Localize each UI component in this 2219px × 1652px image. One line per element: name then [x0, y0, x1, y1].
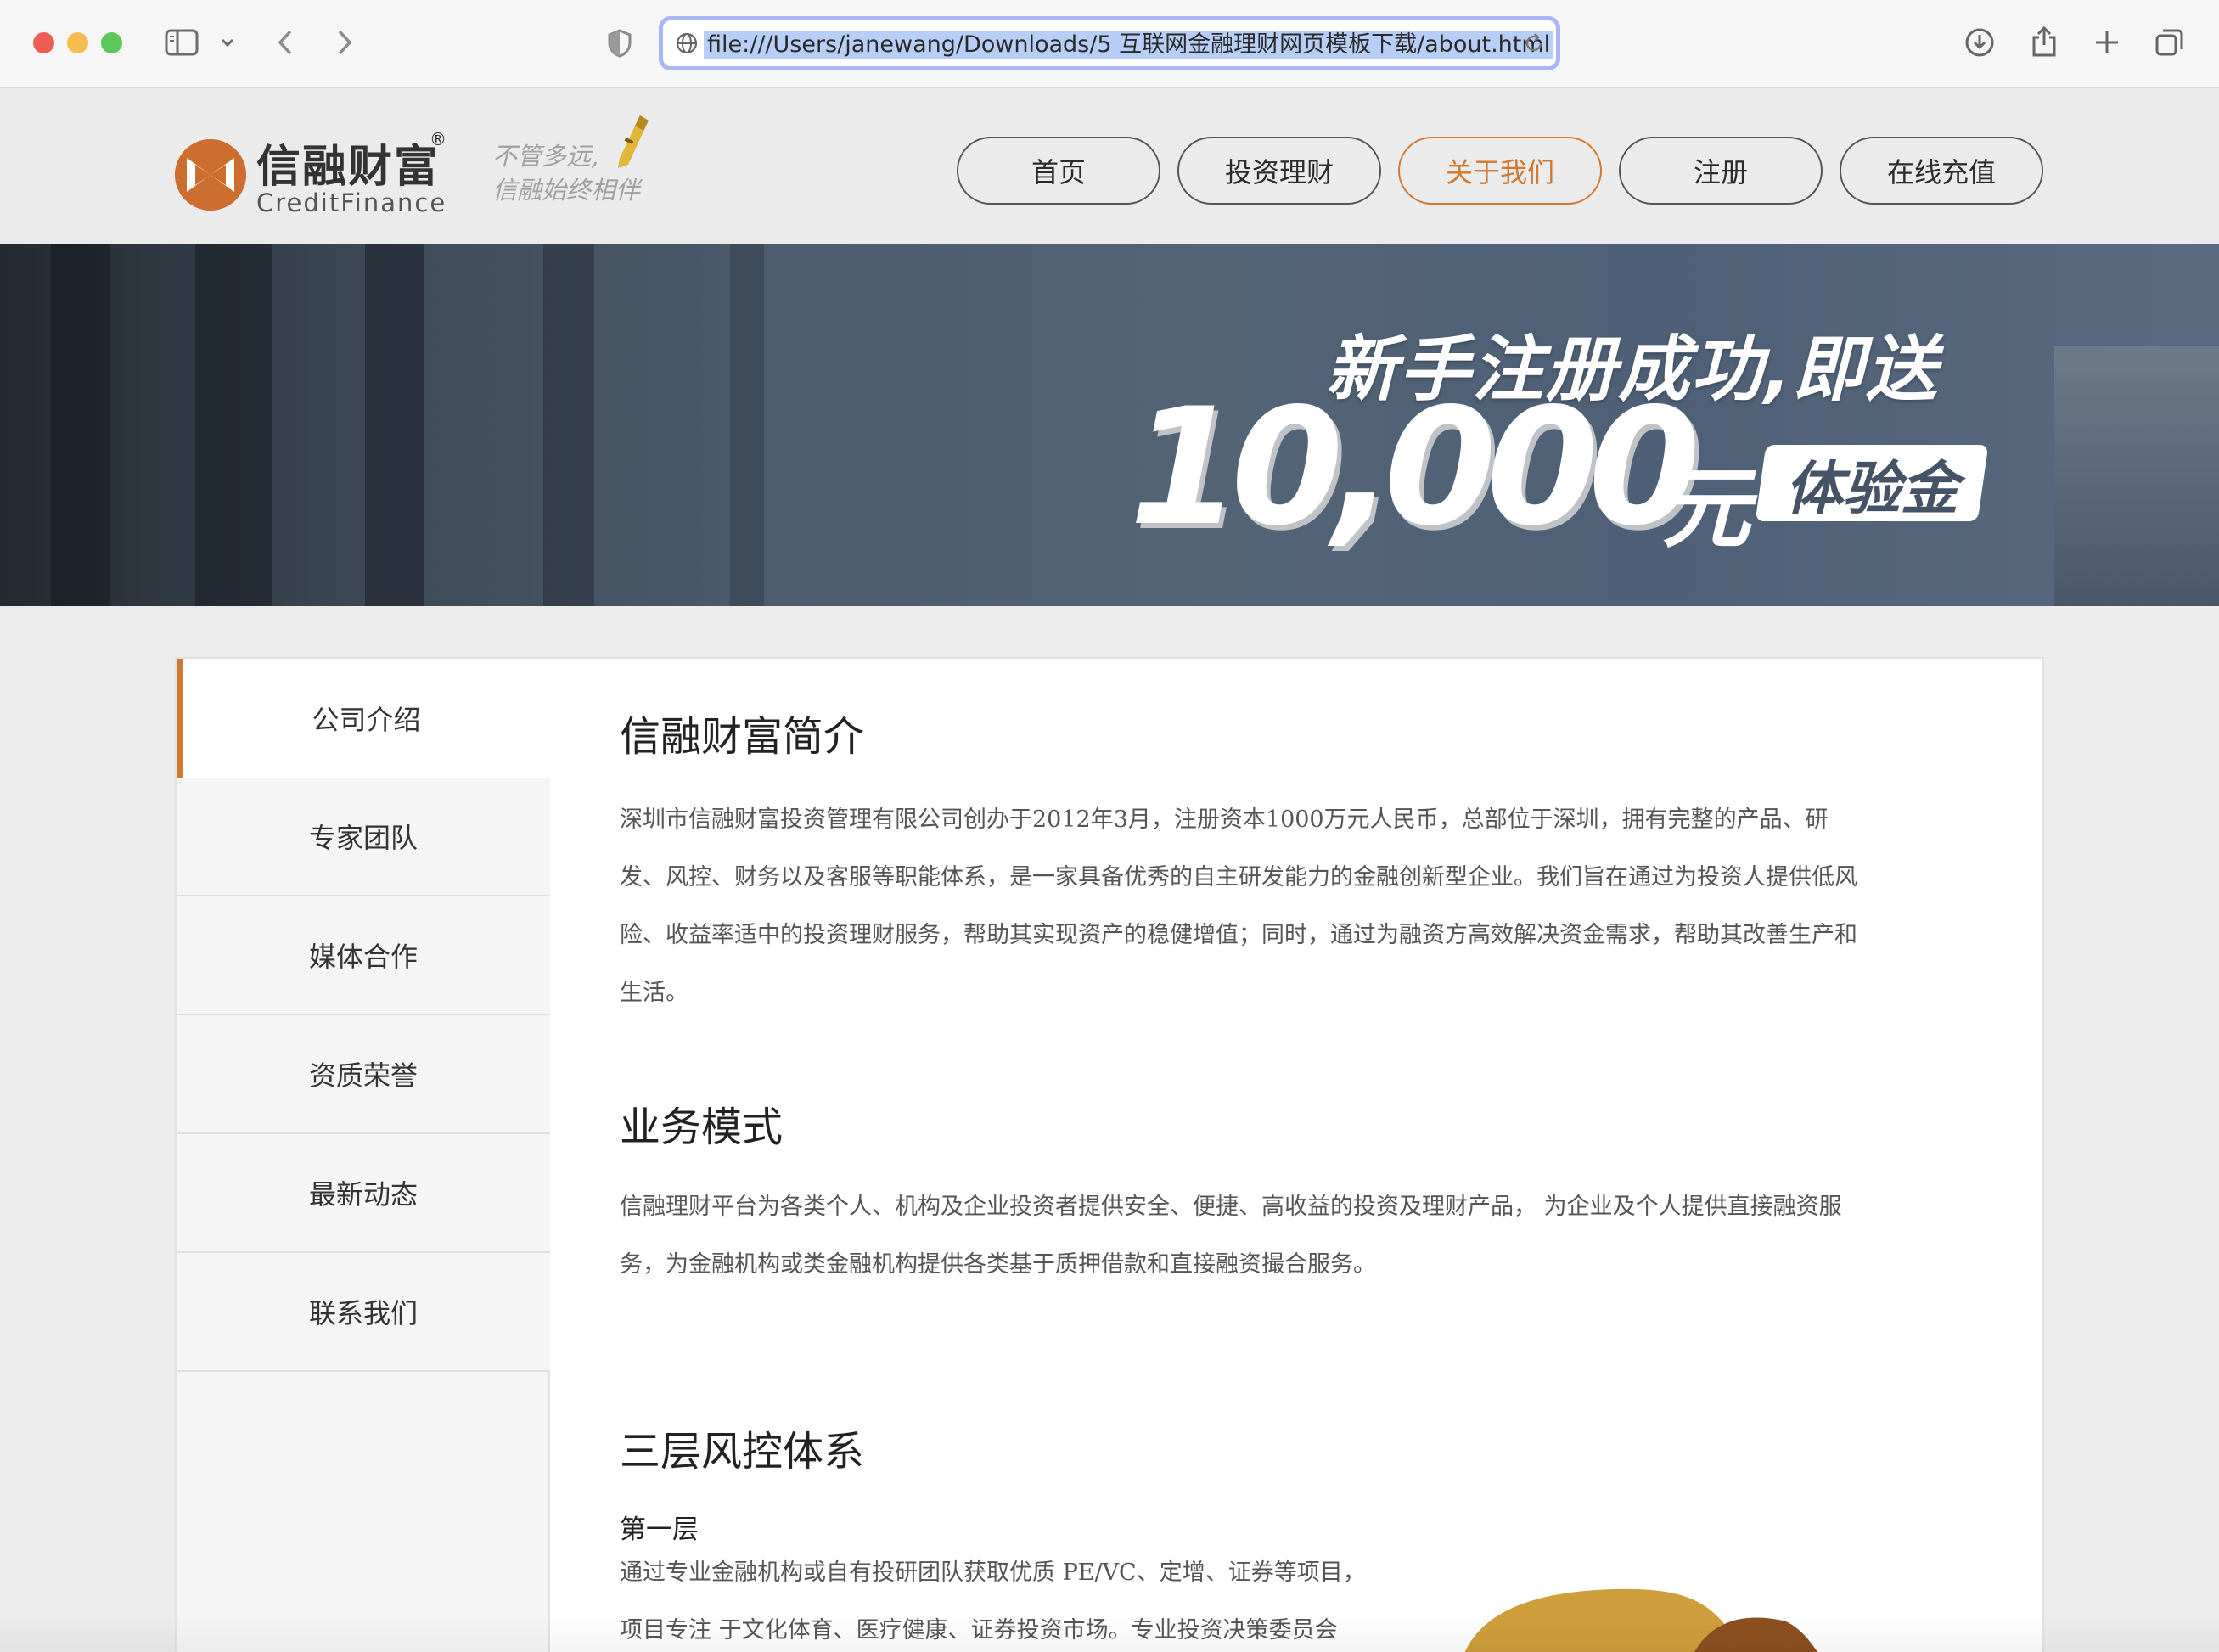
slogan-line-2: 信融始终相伴: [492, 176, 641, 205]
minimize-window-button[interactable]: [67, 32, 88, 53]
section-body-intro: 深圳市信融财富投资管理有限公司创办于2012年3月，注册资本1000万元人民币，…: [620, 806, 1857, 1006]
gold-pen-icon: [610, 114, 652, 173]
browser-toolbar: file:///Users/janewang/Downloads/5 互联网金融…: [0, 0, 2219, 88]
section-line-2: 项目专注 于文化体育、医疗健康、证券投资市场。专业投资决策委员会: [620, 1617, 1338, 1644]
gold-ribbon-illustration: [1463, 1587, 1820, 1652]
nav-register[interactable]: 注册: [1619, 137, 1823, 205]
section-title-intro: 信融财富简介: [620, 713, 865, 761]
nav-recharge[interactable]: 在线充值: [1840, 137, 2043, 205]
chevron-down-icon[interactable]: [217, 32, 238, 53]
download-icon[interactable]: [1963, 25, 1997, 59]
nav-home[interactable]: 首页: [957, 137, 1160, 205]
banner-bg-pillar: [543, 244, 594, 606]
site-logo[interactable]: 信融财富 ® CreditFinance: [175, 129, 447, 222]
section-line-1: 通过专业金融机构或自有投研团队获取优质 PE/VC、定增、证券等项目，: [620, 1559, 1366, 1586]
zoom-window-button[interactable]: [101, 32, 122, 53]
banner-bg-pillar: [365, 244, 424, 606]
sidebar-item-media[interactable]: 媒体合作: [177, 896, 550, 1015]
globe-icon: [675, 31, 699, 55]
section-body-business: 信融理财平台为各类个人、机构及企业投资者提供安全、便捷、高收益的投资及理财产品，…: [620, 1194, 1842, 1278]
promo-banner[interactable]: 新手注册成功,即送 10,000 元 体验金: [0, 244, 2219, 606]
logo-english-name: CreditFinance: [256, 188, 447, 217]
sidebar-toggle-icon[interactable]: [165, 27, 199, 58]
nav-invest[interactable]: 投资理财: [1177, 137, 1381, 205]
privacy-shield-icon[interactable]: [604, 27, 635, 59]
forward-arrow-icon[interactable]: [329, 25, 360, 59]
banner-bg-building: [2054, 346, 2219, 606]
logo-mark-icon: [175, 139, 246, 211]
sidebar-item-honors[interactable]: 资质荣誉: [177, 1015, 550, 1134]
url-text[interactable]: file:///Users/janewang/Downloads/5 互联网金融…: [704, 31, 1554, 59]
banner-tag: 体验金: [1755, 445, 1989, 523]
section-title-risk: 三层风控体系: [620, 1428, 865, 1475]
sidebar-item-expert-team[interactable]: 专家团队: [177, 778, 550, 896]
logo-chinese-name: 信融财富: [256, 141, 441, 193]
content-panel: 公司介绍 专家团队 媒体合作 资质荣誉 最新动态 联系我们 信融财富简介 深圳市…: [175, 657, 2044, 1652]
sidebar-item-contact[interactable]: 联系我们: [177, 1253, 550, 1372]
nav-about[interactable]: 关于我们: [1398, 137, 1602, 205]
reload-icon[interactable]: [1522, 31, 1548, 57]
banner-bg-pillar: [195, 244, 272, 606]
sidebar: 公司介绍 专家团队 媒体合作 资质荣誉 最新动态 联系我们: [177, 659, 550, 1652]
banner-bg-pillar: [51, 244, 110, 606]
banner-tag-text: 体验金: [1784, 455, 1958, 523]
registered-mark: ®: [430, 129, 447, 149]
banner-bg-pillar: [730, 244, 764, 606]
close-window-button[interactable]: [33, 32, 54, 53]
new-tab-plus-icon[interactable]: [2090, 25, 2124, 59]
share-icon[interactable]: [2027, 24, 2061, 59]
banner-unit: 元: [1662, 457, 1751, 560]
sidebar-item-company-intro[interactable]: 公司介绍: [177, 659, 550, 778]
banner-amount: 10,000: [1129, 374, 1700, 561]
address-bar[interactable]: file:///Users/janewang/Downloads/5 互联网金融…: [659, 16, 1560, 70]
section-subtitle-layer1: 第一层: [620, 1514, 699, 1545]
back-arrow-icon[interactable]: [270, 25, 301, 59]
section-title-business: 业务模式: [620, 1104, 784, 1151]
sidebar-item-news[interactable]: 最新动态: [177, 1134, 550, 1253]
tab-overview-icon[interactable]: [2153, 25, 2187, 59]
site-header: 信融财富 ® CreditFinance 不管多远, 信融始终相伴 首页 投资理…: [0, 88, 2219, 244]
